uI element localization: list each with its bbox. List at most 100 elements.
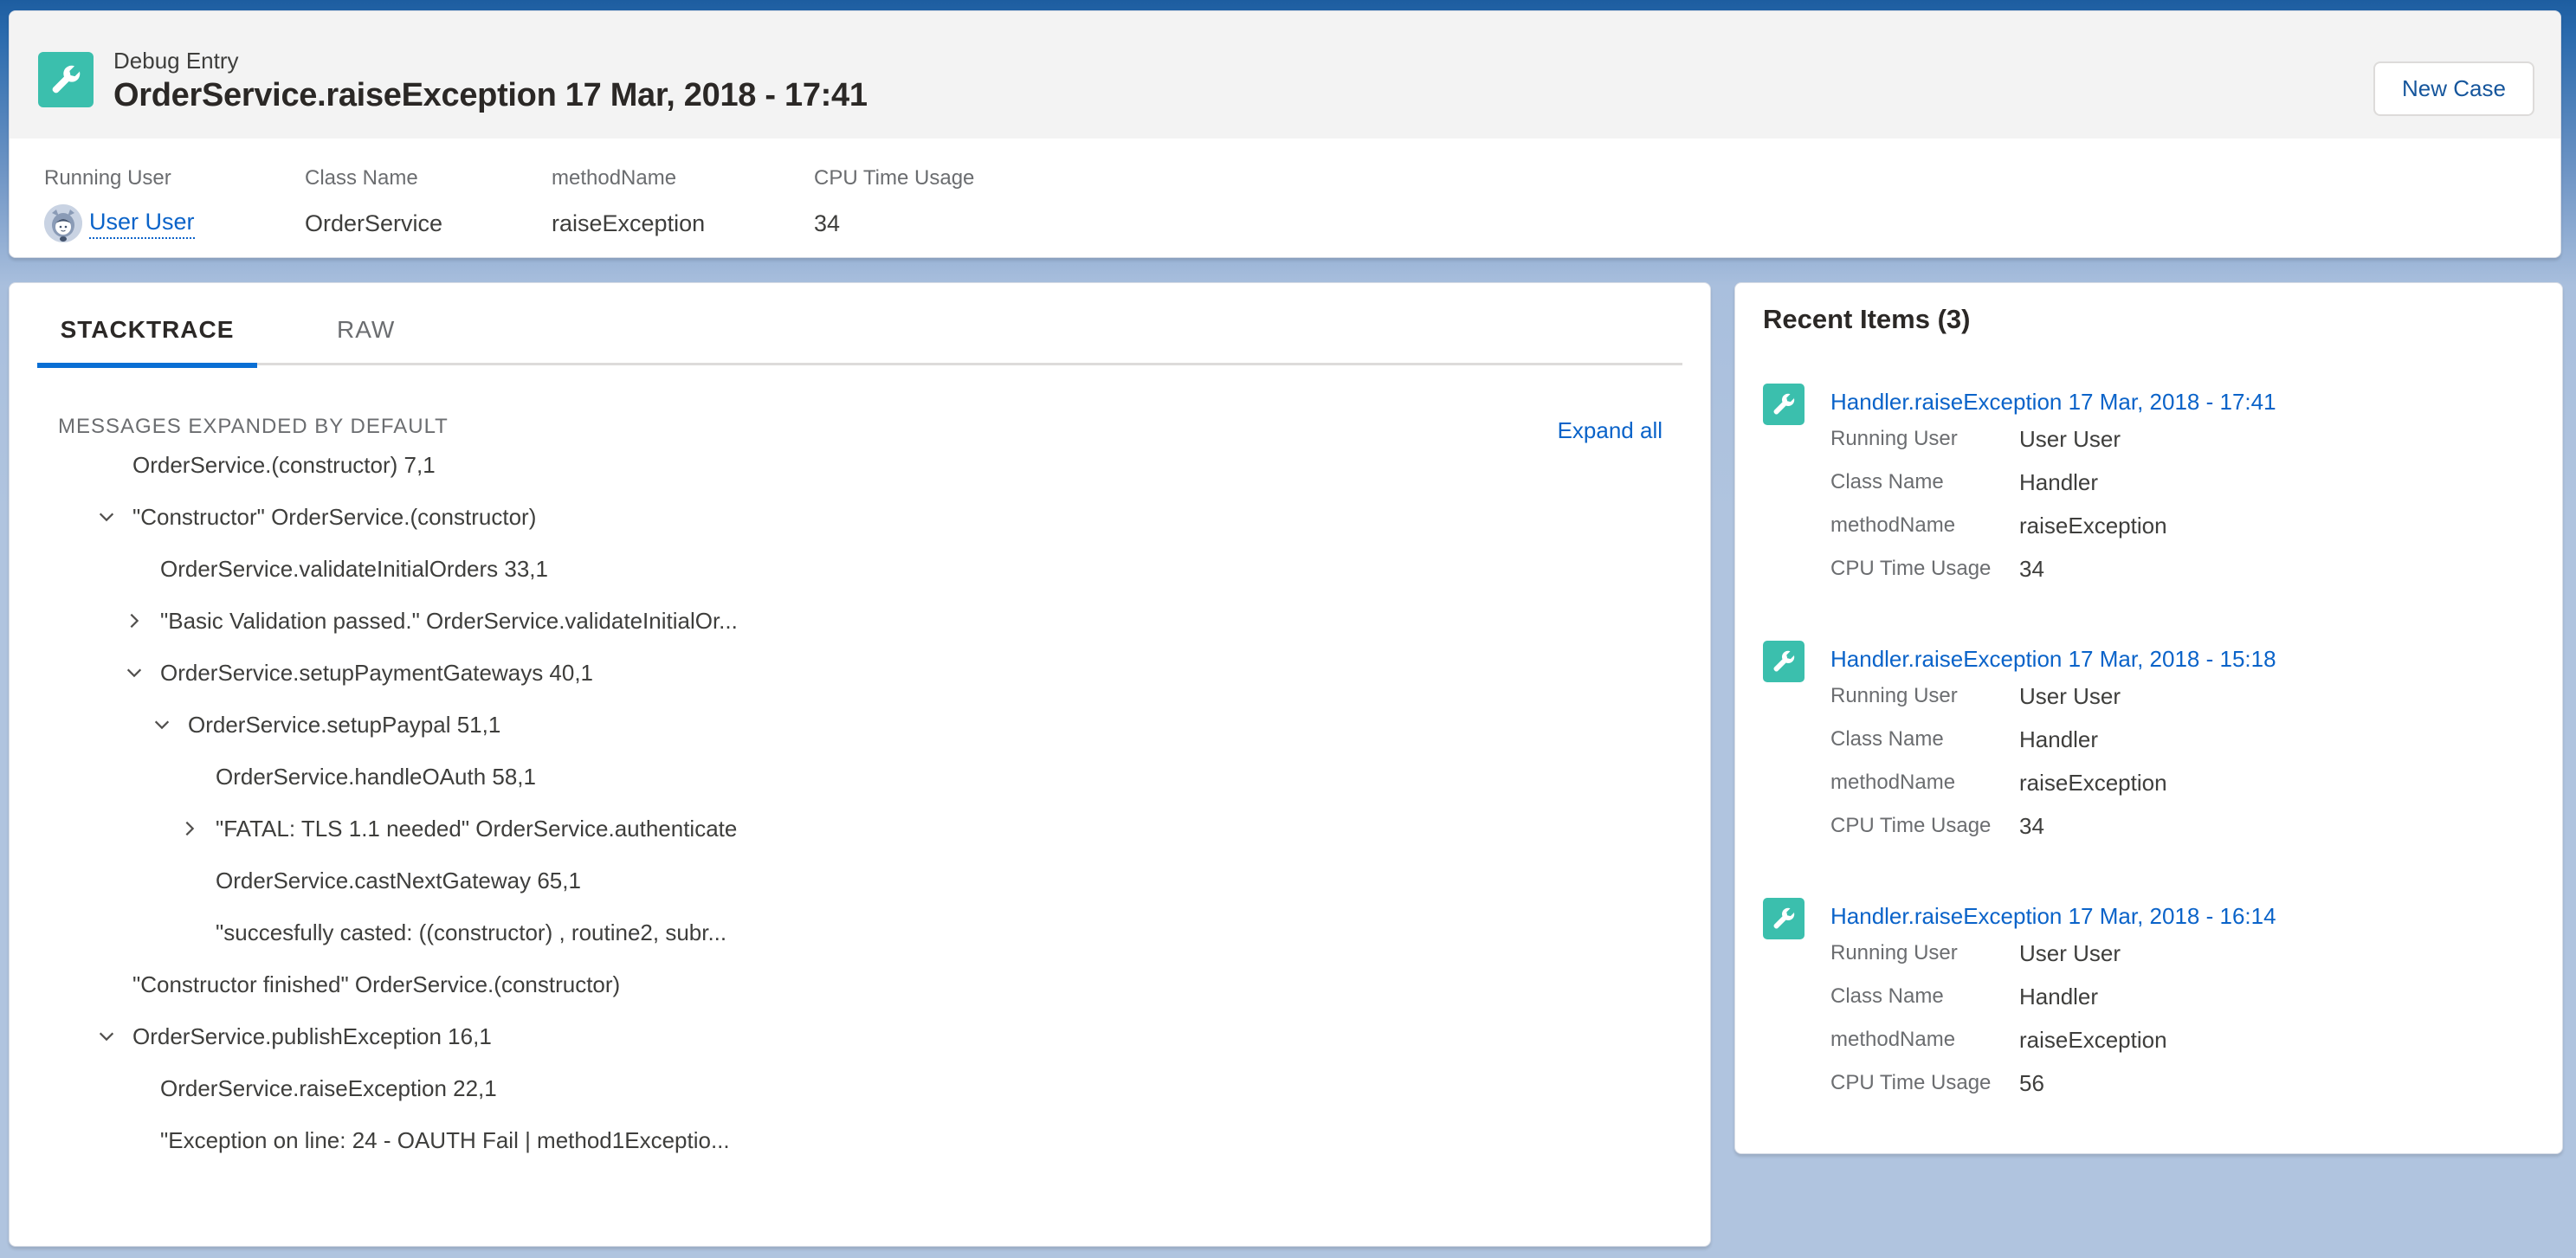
field-value: 34 xyxy=(2019,555,2044,582)
field-label: methodName xyxy=(552,166,677,190)
stacktrace-node-text: "succesfully casted: ((constructor) , ro… xyxy=(216,919,727,945)
recent-item-field: Running User User User xyxy=(1830,938,2121,969)
field-label: Class Name xyxy=(1830,470,1944,494)
wrench-icon xyxy=(38,52,94,107)
field-cpu-time-usage: CPU Time Usage 34 xyxy=(814,166,974,242)
recent-item: Handler.raiseException 17 Mar, 2018 - 15… xyxy=(1763,641,2525,866)
field-value: Handler xyxy=(2019,983,2099,1010)
highlights-panel: Running User User User Class Name OrderS… xyxy=(10,139,2560,257)
field-value: 34 xyxy=(814,210,841,236)
recent-item-link[interactable]: Handler.raiseException 17 Mar, 2018 - 16… xyxy=(1830,903,2276,930)
recent-item-field: CPU Time Usage 56 xyxy=(1830,1068,2044,1099)
stacktrace-node-text: OrderService.setupPaymentGateways 40,1 xyxy=(160,659,594,686)
field-value: Handler xyxy=(2019,726,2099,752)
field-label: Class Name xyxy=(1830,727,1944,751)
field-label: Running User xyxy=(1830,941,1958,964)
tab-stacktrace[interactable]: STACKTRACE xyxy=(37,316,257,368)
stacktrace-node[interactable]: "Constructor" OrderService.(constructor) xyxy=(93,500,536,534)
field-value: raiseException xyxy=(2019,769,2167,796)
wrench-icon xyxy=(1763,898,1804,939)
stacktrace-node[interactable]: OrderService.setupPaymentGateways 40,1 xyxy=(120,655,593,690)
field-class-name: Class Name OrderService xyxy=(305,166,442,242)
stacktrace-node-text: "Constructor finished" OrderService.(con… xyxy=(132,971,621,997)
field-label: CPU Time Usage xyxy=(814,166,975,190)
wrench-icon xyxy=(1763,384,1804,425)
tab-bar: STACKTRACE RAW xyxy=(37,283,1682,368)
recent-item-field: CPU Time Usage 34 xyxy=(1830,810,2044,842)
chevron-down-icon[interactable] xyxy=(120,659,148,687)
stacktrace-node-text: OrderService.handleOAuth 58,1 xyxy=(216,763,536,790)
recent-item-field: methodName raiseException xyxy=(1830,767,2167,798)
field-value: 56 xyxy=(2019,1069,2044,1096)
field-label: CPU Time Usage xyxy=(1830,814,1992,837)
recent-item-field: Running User User User xyxy=(1830,423,2121,455)
expand-all-link[interactable]: Expand all xyxy=(1558,417,1662,444)
recent-item: Handler.raiseException 17 Mar, 2018 - 17… xyxy=(1763,384,2525,609)
recent-item-field: methodName raiseException xyxy=(1830,1024,2167,1055)
record-header: Debug Entry OrderService.raiseException … xyxy=(9,10,2561,258)
recent-item-link[interactable]: Handler.raiseException 17 Mar, 2018 - 15… xyxy=(1830,646,2276,673)
recent-item-field: methodName raiseException xyxy=(1830,510,2167,541)
object-type-label: Debug Entry xyxy=(113,48,239,74)
section-label: MESSAGES EXPANDED BY DEFAULT xyxy=(58,415,449,438)
stacktrace-node-text: "Exception on line: 24 - OAUTH Fail | me… xyxy=(160,1126,730,1153)
field-value: User User xyxy=(2019,939,2121,966)
stacktrace-panel: STACKTRACE RAW MESSAGES EXPANDED BY DEFA… xyxy=(9,282,1711,1247)
recent-items-panel: Recent Items (3) Handler.raiseException … xyxy=(1734,282,2563,1154)
stacktrace-node: "Constructor finished" OrderService.(con… xyxy=(132,967,620,1002)
field-label: Class Name xyxy=(1830,984,1944,1008)
chevron-down-icon[interactable] xyxy=(148,711,176,739)
field-value: raiseException xyxy=(2019,1026,2167,1053)
tab-raw[interactable]: RAW xyxy=(337,316,395,344)
chevron-down-icon[interactable] xyxy=(93,503,120,531)
stacktrace-node: OrderService.validateInitialOrders 33,1 xyxy=(160,552,548,586)
field-value: 34 xyxy=(2019,812,2044,839)
stacktrace-node-text: OrderService.setupPaypal 51,1 xyxy=(188,711,501,738)
running-user-link[interactable]: User User xyxy=(89,209,195,239)
recent-item-field: Class Name Handler xyxy=(1830,467,2098,498)
chevron-right-icon[interactable] xyxy=(176,815,203,842)
chevron-right-icon[interactable] xyxy=(120,607,148,635)
field-label: Running User xyxy=(44,166,171,190)
field-label: CPU Time Usage xyxy=(1830,557,1992,580)
stacktrace-node-text: OrderService.(constructor) 7,1 xyxy=(132,451,436,478)
avatar xyxy=(44,204,82,242)
field-running-user: Running User User User xyxy=(44,166,195,242)
field-label: methodName xyxy=(1830,1028,1956,1051)
header-title-band: Debug Entry OrderService.raiseException … xyxy=(10,11,2560,139)
field-value: User User xyxy=(2019,425,2121,452)
stacktrace-node-text: OrderService.castNextGateway 65,1 xyxy=(216,867,581,894)
stacktrace-node: OrderService.handleOAuth 58,1 xyxy=(216,759,536,794)
recent-item: Handler.raiseException 17 Mar, 2018 - 16… xyxy=(1763,898,2525,1123)
field-label: Running User xyxy=(1830,427,1958,450)
stacktrace-node[interactable]: OrderService.publishException 16,1 xyxy=(93,1019,492,1054)
stacktrace-node-text: OrderService.validateInitialOrders 33,1 xyxy=(160,555,548,582)
field-value: OrderService xyxy=(305,210,443,236)
stacktrace-node-text: "Constructor" OrderService.(constructor) xyxy=(132,503,537,530)
recent-item-field: Class Name Handler xyxy=(1830,981,2098,1012)
stacktrace-node: OrderService.(constructor) 7,1 xyxy=(132,448,436,482)
field-value: raiseException xyxy=(2019,512,2167,539)
field-method-name: methodName raiseException xyxy=(552,166,705,242)
stacktrace-node-text: OrderService.raiseException 22,1 xyxy=(160,1074,497,1101)
new-case-button[interactable]: New Case xyxy=(2373,61,2534,116)
field-label: Class Name xyxy=(305,166,418,190)
stacktrace-node[interactable]: "FATAL: TLS 1.1 needed" OrderService.aut… xyxy=(176,811,737,846)
recent-item-link[interactable]: Handler.raiseException 17 Mar, 2018 - 17… xyxy=(1830,389,2276,416)
stacktrace-node-text: "Basic Validation passed." OrderService.… xyxy=(160,607,738,634)
recent-item-field: CPU Time Usage 34 xyxy=(1830,553,2044,584)
recent-items-title: Recent Items (3) xyxy=(1763,304,1971,334)
stacktrace-node-text: "FATAL: TLS 1.1 needed" OrderService.aut… xyxy=(216,815,738,842)
stacktrace-node[interactable]: OrderService.setupPaypal 51,1 xyxy=(148,707,500,742)
field-label: methodName xyxy=(1830,513,1956,537)
field-value: raiseException xyxy=(552,210,706,236)
page-title: OrderService.raiseException 17 Mar, 2018… xyxy=(113,77,868,113)
stacktrace-node[interactable]: "Basic Validation passed." OrderService.… xyxy=(120,603,738,638)
stacktrace-node: "succesfully casted: ((constructor) , ro… xyxy=(216,915,726,950)
stacktrace-node: "Exception on line: 24 - OAUTH Fail | me… xyxy=(160,1123,730,1158)
field-label: methodName xyxy=(1830,771,1956,794)
recent-item-field: Running User User User xyxy=(1830,681,2121,712)
recent-item-field: Class Name Handler xyxy=(1830,724,2098,755)
field-value: User User xyxy=(2019,682,2121,709)
chevron-down-icon[interactable] xyxy=(93,1023,120,1050)
